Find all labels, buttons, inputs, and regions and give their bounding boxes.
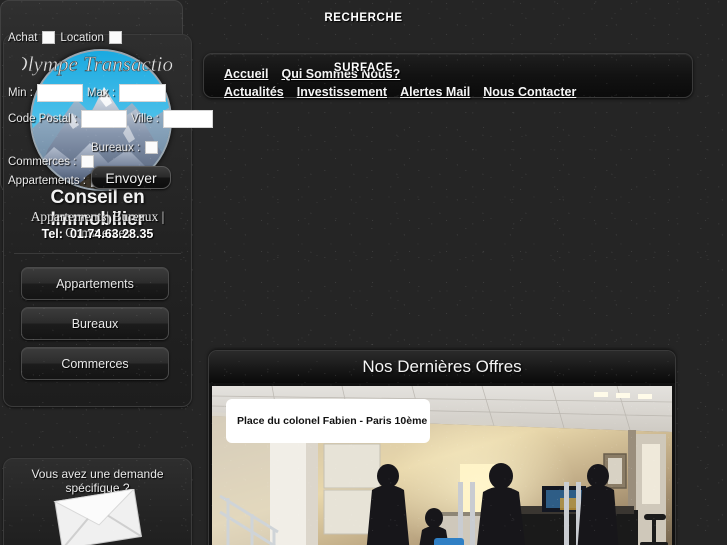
- sidebar-divider: [14, 253, 181, 254]
- offer-caption: Place du colonel Fabien - Paris 10ème: [226, 399, 430, 443]
- surface-section-title: SURFACE: [333, 62, 394, 74]
- surface-min-input[interactable]: [36, 84, 83, 102]
- latest-offers-panel: Nos Dernières Offres Place du colonel Fa…: [208, 350, 676, 545]
- max-label: Max :: [86, 87, 116, 99]
- search-submit-label: Envoyer: [105, 169, 157, 186]
- sidebar-button-bureaux[interactable]: Bureaux: [21, 307, 169, 340]
- page-root: Olympe Transaction Conseil en Immobilier…: [0, 0, 727, 545]
- main-navigation: Accueil Qui Sommes Nous?Actualités Investi…: [203, 53, 693, 99]
- nav-item-actualites[interactable]: Actualités: [224, 85, 284, 99]
- brand-telephone: Tel: 01.74.63.28.35: [4, 227, 191, 241]
- code-postal-label: Code Postal :: [8, 113, 78, 125]
- surface-max-input[interactable]: [119, 84, 167, 102]
- bureaux-checkbox[interactable]: [145, 141, 159, 154]
- nav-item-alertes-mail[interactable]: Alertes Mail: [400, 85, 470, 99]
- envelope-icon[interactable]: [52, 489, 144, 545]
- appartements-label: Appartements :: [8, 174, 86, 187]
- location-checkbox[interactable]: [108, 31, 122, 44]
- min-label: Min :: [8, 87, 33, 99]
- sidebar-button-commerces[interactable]: Commerces: [21, 347, 169, 380]
- search-submit-button[interactable]: Envoyer: [91, 166, 171, 189]
- location-label: Location: [60, 31, 104, 44]
- location-fields-row: Code Postal : Ville :: [8, 110, 217, 128]
- nav-item-nous-contacter[interactable]: Nous Contacter: [483, 85, 576, 99]
- search-transaction-type-row: Achat Location: [8, 31, 127, 44]
- surface-range-row: Min : Max :: [8, 84, 170, 102]
- commerces-filter-row: Commerces :: [8, 155, 99, 168]
- commerces-checkbox[interactable]: [81, 155, 95, 168]
- tel-label: Tel:: [41, 227, 63, 241]
- achat-label: Achat: [8, 31, 38, 44]
- sidebar-button-appartements[interactable]: Appartements: [21, 267, 169, 300]
- sidebar-button-label: Appartements: [56, 276, 134, 291]
- latest-offers-title: Nos Dernières Offres: [209, 351, 675, 383]
- ville-label: Ville :: [131, 113, 159, 125]
- commerces-label: Commerces :: [8, 155, 77, 168]
- offer-photo[interactable]: Place du colonel Fabien - Paris 10ème: [212, 386, 672, 545]
- contact-request-panel: Vous avez une demande spécifique ?: [3, 458, 192, 545]
- search-panel-title: RECHERCHE: [324, 12, 403, 24]
- code-postal-input[interactable]: [81, 110, 128, 128]
- bureaux-label: Bureaux :: [91, 141, 141, 154]
- sidebar-button-label: Commerces: [61, 356, 129, 371]
- nav-item-investissement[interactable]: Investissement: [297, 85, 387, 99]
- ville-input[interactable]: [162, 110, 213, 128]
- sidebar-button-label: Bureaux: [71, 316, 119, 331]
- achat-checkbox[interactable]: [42, 31, 56, 44]
- bureaux-filter-row: Bureaux :: [91, 141, 163, 154]
- tel-number: 01.74.63.28.35: [69, 227, 154, 241]
